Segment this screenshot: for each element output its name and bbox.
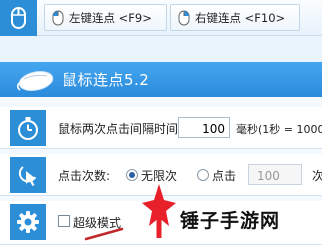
unlimited-radio[interactable]: [126, 169, 138, 181]
gear-icon: [10, 204, 46, 240]
click-count-label: 点击次数:: [58, 169, 111, 183]
interval-unit-label: 毫秒(1秒 = 1000毫: [236, 123, 322, 136]
right-mouse-icon: [178, 10, 190, 26]
watermark-text: 锤子手游网: [180, 210, 281, 232]
left-mouse-icon: [52, 10, 64, 26]
cursor-click-icon: [10, 157, 46, 193]
left-click-label: 左键连点 <F9>: [69, 10, 152, 25]
top-toolbar: 左键连点 <F9> 右键连点 <F10>: [0, 0, 322, 36]
red-stroke-mark: [84, 227, 124, 241]
hammer-watermark-icon: [140, 180, 178, 244]
right-click-label: 右键连点 <F10>: [195, 10, 286, 25]
right-click-button[interactable]: 右键连点 <F10>: [170, 4, 300, 31]
stopwatch-icon: [10, 110, 46, 146]
interval-input[interactable]: [178, 117, 230, 138]
dialog-titlebar[interactable]: 鼠标连点5.2: [0, 62, 322, 97]
click-count-radio[interactable]: [197, 169, 209, 181]
dialog-title: 鼠标连点5.2: [62, 71, 150, 89]
count-suffix-label: 次: [312, 169, 322, 183]
interval-label: 鼠标两次点击间隔时间: [58, 122, 179, 136]
click-count-input[interactable]: [248, 164, 302, 185]
left-click-button[interactable]: 左键连点 <F9>: [44, 4, 167, 31]
click-radio-label: 点击: [212, 169, 237, 183]
super-mode-checkbox[interactable]: [58, 215, 70, 227]
mouse-icon: [0, 0, 37, 36]
mouse-logo-icon: [14, 67, 56, 97]
interval-row: 鼠标两次点击间隔时间 毫秒(1秒 = 1000毫: [0, 107, 322, 149]
